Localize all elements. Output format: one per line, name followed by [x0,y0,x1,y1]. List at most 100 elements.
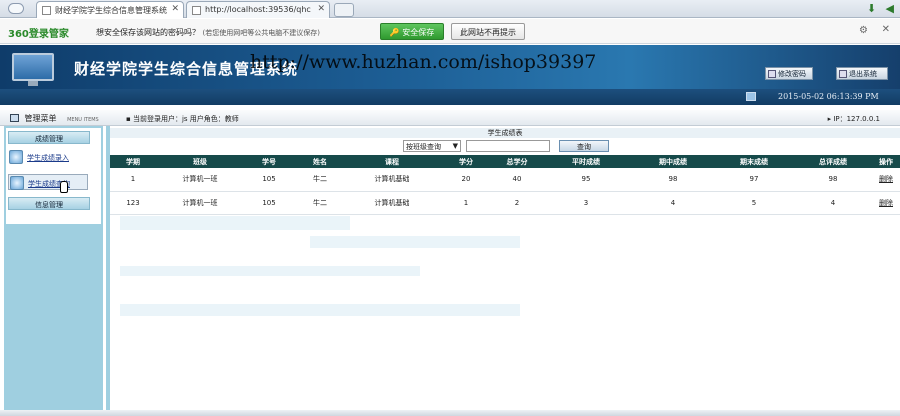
table-cell: 2 [494,191,540,215]
search-button[interactable]: 查询 [559,140,609,152]
column-header: 期中成绩 [632,155,714,168]
column-header: 学分 [438,155,494,168]
column-header: 操作 [872,155,900,168]
password-save-bar: 360登录管家 想安全保存该网站的密码吗？ (若您使用网吧等公共电脑不建议保存)… [0,19,900,44]
user-icon: ▪ [126,115,131,123]
column-header: 学期 [110,155,156,168]
password-prompt-note: (若您使用网吧等公共电脑不建议保存) [202,29,321,37]
sidebar-item-grade-entry[interactable]: 学生成绩录入 [8,149,88,165]
browser-tab-strip: 财经学院学生综合信息管理系统 ✕ http://localhost:39536/… [0,0,900,18]
page-icon [192,6,201,15]
menu-header: 管理菜单 MENU ITEMS [10,113,99,124]
clock-icon [746,92,756,101]
delete-link[interactable]: 删除 [872,168,900,192]
table-cell: 97 [714,168,794,192]
table-cell: 计算机一班 [156,191,244,215]
computer-monitor-icon [12,53,54,86]
column-header: 总学分 [494,155,540,168]
back-arrow-icon[interactable]: ◀ [886,2,894,15]
edit-icon [768,70,776,78]
cloud-icon[interactable] [8,3,24,14]
table-cell: 计算机基础 [346,168,438,192]
ghost-artifact [120,266,420,276]
password-prompt: 想安全保存该网站的密码吗？ (若您使用网吧等公共电脑不建议保存) [96,27,320,38]
column-header: 平时成绩 [540,155,632,168]
page-icon [42,6,51,15]
table-row: 1 计算机一班 105 牛二 计算机基础 20 40 95 98 97 98 删… [110,168,900,192]
ip-info: ▸ IP：127.0.0.1 [828,114,880,124]
new-tab-button[interactable] [334,3,354,17]
login-manager-logo: 360登录管家 [8,29,69,40]
table-cell: 95 [540,168,632,192]
download-icon[interactable]: ⬇ [867,2,876,15]
column-header: 姓名 [294,155,346,168]
logout-button[interactable]: 退出系统 [836,67,888,80]
table-cell: 40 [494,168,540,192]
table-cell: 4 [632,191,714,215]
key-icon: 🔑 [389,28,400,37]
never-prompt-button[interactable]: 此网站不再提示 [451,23,525,40]
browser-tab-app[interactable]: 财经学院学生综合信息管理系统 ✕ [36,1,184,18]
menu-header-sub: MENU ITEMS [67,117,99,123]
watermark-url: http://www.huzhan.com/ishop39397 [250,51,597,73]
table-header-row: 学期 班级 学号 姓名 课程 学分 总学分 平时成绩 期中成绩 期末成绩 总评成… [110,155,900,168]
menu-icon [10,114,19,122]
ghost-artifact [310,236,520,248]
sidebar-group-info[interactable]: 信息管理 [8,197,90,210]
sidebar: 成绩管理 学生成绩录入 学生成绩查询 信息管理 [4,126,103,416]
ghost-artifact [120,216,350,230]
gear-icon [10,176,24,190]
info-bar: 管理菜单 MENU ITEMS ▪ 当前登录用户：js 用户角色：教师 ▸ IP… [0,110,900,126]
table-cell: 1 [438,191,494,215]
table-cell: 123 [110,191,156,215]
table-cell: 3 [540,191,632,215]
search-type-select[interactable]: 按班级查询 ▼ [403,140,461,152]
table-cell: 牛二 [294,191,346,215]
column-header: 期末成绩 [714,155,794,168]
window-controls: ⬇ ◀ [861,2,894,15]
table-cell: 牛二 [294,168,346,192]
table-cell: 20 [438,168,494,192]
current-datetime: 2015-05-02 06:13:39 PM [778,92,879,101]
search-type-value: 按班级查询 [406,143,441,151]
menu-header-label: 管理菜单 [24,114,57,123]
current-user-info: ▪ 当前登录用户：js 用户角色：教师 [126,114,239,124]
table-cell: 105 [244,191,294,215]
status-bar [0,410,900,416]
mouse-pointer-icon [60,181,68,193]
safe-save-label: 安全保存 [402,28,435,37]
person-icon [9,150,23,164]
change-password-button[interactable]: 修改密码 [765,67,813,80]
delete-link[interactable]: 删除 [872,191,900,215]
sidebar-panel: 成绩管理 学生成绩录入 学生成绩查询 信息管理 [6,128,101,224]
close-icon[interactable]: ✕ [882,24,890,35]
column-header: 学号 [244,155,294,168]
browser-tab-url[interactable]: http://localhost:39536/qhc ✕ [186,1,330,18]
main-content: 学生成绩表 按班级查询 ▼ 查询 学期 班级 学号 姓名 课程 学分 总学分 平… [106,126,900,416]
table-cell: 计算机基础 [346,191,438,215]
chevron-down-icon: ▼ [452,142,458,150]
search-input[interactable] [466,140,550,152]
safe-save-button[interactable]: 🔑 安全保存 [380,23,444,40]
current-user-text: 当前登录用户：js 用户角色：教师 [132,115,239,123]
close-icon[interactable]: ✕ [171,4,179,14]
browser-tab-label: 财经学院学生综合信息管理系统 [55,6,167,15]
gear-icon[interactable]: ⚙ [859,25,868,36]
search-row: 按班级查询 ▼ 查询 [110,139,900,154]
table-cell: 105 [244,168,294,192]
logout-label: 退出系统 [849,70,877,78]
sidebar-item-grade-query[interactable]: 学生成绩查询 [8,174,88,190]
sidebar-item-label: 学生成绩录入 [27,154,69,162]
app-header: 财经学院学生综合信息管理系统 http://www.huzhan.com/ish… [0,45,900,89]
table-cell: 98 [632,168,714,192]
ghost-artifact [120,304,520,316]
close-icon[interactable]: ✕ [317,4,325,14]
table-caption: 学生成绩表 [110,128,900,138]
grades-table: 学期 班级 学号 姓名 课程 学分 总学分 平时成绩 期中成绩 期末成绩 总评成… [110,155,900,215]
password-prompt-text: 想安全保存该网站的密码吗？ [96,28,200,37]
table-cell: 5 [714,191,794,215]
change-password-label: 修改密码 [778,70,806,78]
table-cell: 4 [794,191,872,215]
sidebar-group-grades[interactable]: 成绩管理 [8,131,90,144]
browser-tab-label: http://localhost:39536/qhc [205,5,311,14]
